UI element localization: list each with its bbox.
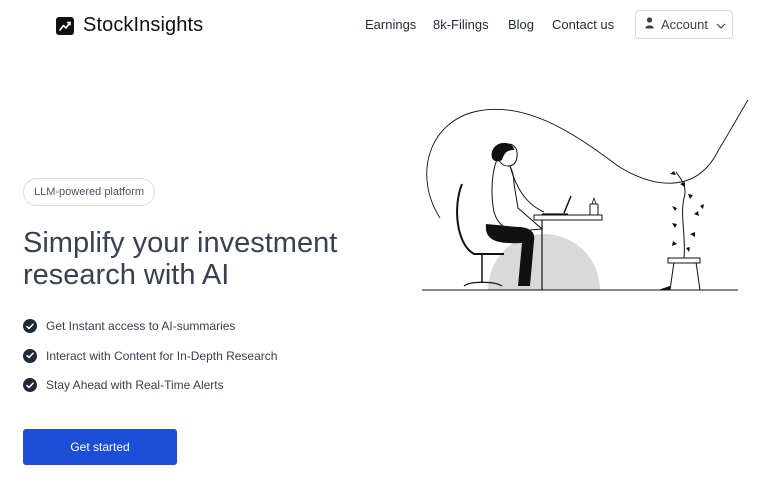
headline-line-2: research with AI <box>23 259 230 291</box>
brand-name: StockInsights <box>83 14 204 36</box>
chevron-down-icon <box>716 17 726 32</box>
check-circle-icon <box>23 378 37 392</box>
feature-text: Stay Ahead with Real-Time Alerts <box>46 378 224 392</box>
trend-chart-icon <box>56 16 74 35</box>
feature-item: Get Instant access to AI-summaries <box>23 318 277 334</box>
feature-list: Get Instant access to AI-summaries Inter… <box>23 318 277 407</box>
feature-text: Interact with Content for In-Depth Resea… <box>46 348 278 363</box>
account-menu-button[interactable]: Account <box>635 10 733 39</box>
nav-link-blog[interactable]: Blog <box>508 17 534 32</box>
cup <box>589 196 599 216</box>
curved-line <box>426 99 749 219</box>
account-label: Account <box>661 17 708 32</box>
hero-headline: Simplify your investment research with A… <box>23 227 403 291</box>
get-started-button[interactable]: Get started <box>23 429 177 465</box>
nav-link-earnings[interactable]: Earnings <box>365 17 416 32</box>
plant <box>658 171 704 291</box>
nav-link-contact-us[interactable]: Contact us <box>552 17 614 32</box>
platform-badge: LLM-powered platform <box>23 178 156 206</box>
check-circle-icon <box>23 348 37 363</box>
check-circle-icon <box>23 319 37 333</box>
feature-item: Interact with Content for In-Depth Resea… <box>23 348 277 364</box>
headline-line-1: Simplify your investment <box>23 227 338 259</box>
feature-item: Stay Ahead with Real-Time Alerts <box>23 377 277 393</box>
nav-link-8k-filings[interactable]: 8k-Filings <box>433 17 489 32</box>
user-icon <box>645 17 654 32</box>
brand-logo[interactable]: StockInsights <box>56 14 203 37</box>
laptop <box>542 195 572 215</box>
feature-text: Get Instant access to AI-summaries <box>46 319 236 333</box>
site-header: StockInsights Earnings 8k-Filings Blog C… <box>0 0 768 50</box>
hero-illustration <box>422 99 749 291</box>
